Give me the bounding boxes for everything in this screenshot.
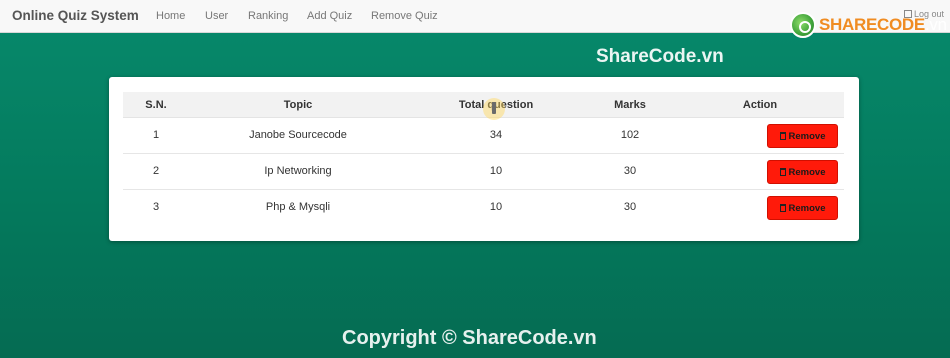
nav-remove-quiz[interactable]: Remove Quiz bbox=[371, 10, 438, 22]
header-marks: Marks bbox=[614, 99, 646, 111]
row-total-question: 34 bbox=[489, 129, 503, 141]
nav-add-quiz[interactable]: Add Quiz bbox=[307, 10, 352, 22]
watermark-footer: Copyright © ShareCode.vn bbox=[342, 327, 597, 349]
remove-button[interactable]: Remove bbox=[767, 160, 838, 184]
row-marks: 102 bbox=[620, 129, 640, 141]
table-row: 2 Ip Networking 10 30 Remove bbox=[123, 154, 844, 190]
remove-button-label: Remove bbox=[788, 202, 826, 214]
header-action: Action bbox=[742, 99, 778, 111]
row-topic: Ip Networking bbox=[264, 165, 332, 177]
watermark-header: ShareCode.vn bbox=[596, 46, 724, 67]
remove-button[interactable]: Remove bbox=[767, 124, 838, 148]
sharecode-watermark-logo: SHARECODE.vn bbox=[790, 12, 947, 38]
row-marks: 30 bbox=[623, 165, 637, 177]
row-sn: 2 bbox=[152, 165, 160, 177]
brand-title[interactable]: Online Quiz System bbox=[12, 8, 139, 23]
nav-home[interactable]: Home bbox=[156, 10, 185, 22]
sharecode-logo-main: SHARECODE bbox=[819, 15, 925, 34]
row-marks: 30 bbox=[623, 201, 637, 213]
header-sn: S.N. bbox=[145, 99, 167, 111]
sharecode-logo-suffix: .vn bbox=[924, 15, 947, 34]
row-topic: Php & Mysqli bbox=[265, 201, 331, 213]
table-row: 1 Janobe Sourcecode 34 102 Remove bbox=[123, 118, 844, 154]
row-topic: Janobe Sourcecode bbox=[249, 129, 347, 141]
trash-icon bbox=[779, 132, 786, 140]
mouse-cursor-icon bbox=[483, 98, 505, 120]
remove-button-label: Remove bbox=[788, 130, 826, 142]
header-topic: Topic bbox=[283, 99, 313, 111]
row-total-question: 10 bbox=[489, 165, 503, 177]
remove-button[interactable]: Remove bbox=[767, 196, 838, 220]
row-sn: 3 bbox=[152, 201, 160, 213]
nav-user[interactable]: User bbox=[205, 10, 228, 22]
remove-button-label: Remove bbox=[788, 166, 826, 178]
table-row: 3 Php & Mysqli 10 30 Remove bbox=[123, 190, 844, 226]
quiz-table-panel: S.N. Topic Total question Marks Action 1… bbox=[109, 77, 859, 241]
sharecode-logo-icon bbox=[790, 12, 816, 38]
nav-ranking[interactable]: Ranking bbox=[248, 10, 288, 22]
row-total-question: 10 bbox=[489, 201, 503, 213]
row-sn: 1 bbox=[152, 129, 160, 141]
sharecode-logo-text: SHARECODE.vn bbox=[819, 15, 947, 35]
trash-icon bbox=[779, 168, 786, 176]
trash-icon bbox=[779, 204, 786, 212]
